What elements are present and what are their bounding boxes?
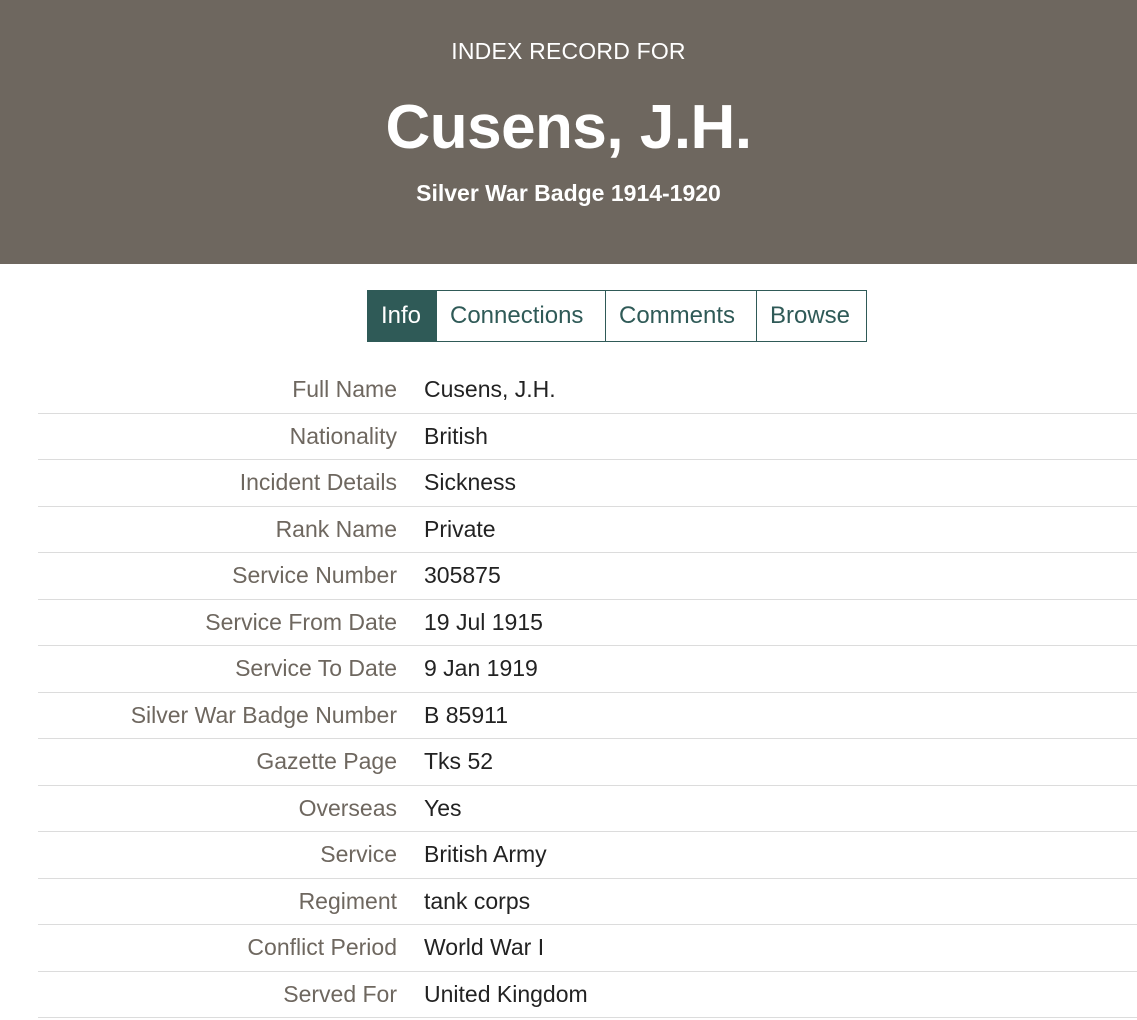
record-row-service-to-date: Service To Date 9 Jan 1919 [38, 646, 1137, 693]
record-row-overseas: Overseas Yes [38, 786, 1137, 832]
record-label: Nationality [289, 422, 397, 449]
record-row-service-from-date: Service From Date 19 Jul 1915 [38, 600, 1137, 646]
record-row-gazette-page: Gazette Page Tks 52 [38, 739, 1137, 786]
record-value: World War I [424, 934, 545, 961]
record-label: Incident Details [239, 469, 397, 496]
record-value: tank corps [424, 887, 531, 914]
record-value: 9 Jan 1919 [424, 655, 538, 682]
record-value: United Kingdom [424, 980, 588, 1007]
record-value: British Army [424, 841, 547, 868]
record-label: Service From Date [205, 608, 397, 635]
header-subtitle: Silver War Badge 1914-1920 [416, 180, 721, 206]
tab-info[interactable]: Info [367, 290, 437, 342]
record-value: Sickness [424, 469, 517, 496]
record-row-conflict-period: Conflict Period World War I [38, 925, 1137, 972]
tab-bar: Info Connections Comments Browse [367, 290, 867, 342]
record-value: Cusens, J.H. [424, 376, 556, 403]
record-row-service: Service British Army [38, 832, 1137, 879]
record-row-rank-name: Rank Name Private [38, 507, 1137, 553]
record-row-full-name: Full Name Cusens, J.H. [38, 367, 1137, 414]
record-value: Yes [424, 794, 462, 821]
record-row-silver-war-badge-number: Silver War Badge Number B 85911 [38, 693, 1137, 739]
record-label: Rank Name [275, 515, 397, 542]
tab-connections[interactable]: Connections [437, 290, 606, 342]
record-label: Conflict Period [247, 934, 397, 961]
record-row-regiment: Regiment tank corps [38, 879, 1137, 925]
record-label: Silver War Badge Number [130, 701, 397, 728]
record-label: Full Name [292, 376, 397, 403]
record-value: 305875 [424, 562, 501, 589]
record-label: Service Number [232, 562, 397, 589]
record-details-table: Full Name Cusens, J.H. Nationality Briti… [38, 367, 1137, 1018]
record-header: INDEX RECORD FOR Cusens, J.H. Silver War… [0, 0, 1137, 264]
record-label: Service To Date [235, 655, 397, 682]
record-value: Private [424, 515, 496, 542]
record-value: 19 Jul 1915 [424, 608, 543, 635]
record-value: B 85911 [424, 701, 508, 728]
record-row-served-for: Served For United Kingdom [38, 972, 1137, 1018]
record-row-incident-details: Incident Details Sickness [38, 460, 1137, 507]
record-label: Service [320, 841, 397, 868]
tab-browse[interactable]: Browse [757, 290, 867, 342]
header-eyebrow: INDEX RECORD FOR [451, 38, 686, 64]
record-label: Served For [283, 980, 397, 1007]
page-title: Cusens, J.H. [385, 93, 752, 162]
record-row-service-number: Service Number 305875 [38, 553, 1137, 600]
record-row-nationality: Nationality British [38, 414, 1137, 460]
record-label: Regiment [298, 887, 397, 914]
tab-comments[interactable]: Comments [606, 290, 757, 342]
record-label: Gazette Page [256, 748, 397, 775]
record-value: Tks 52 [424, 748, 494, 775]
record-value: British [424, 422, 488, 449]
record-label: Overseas [298, 794, 397, 821]
